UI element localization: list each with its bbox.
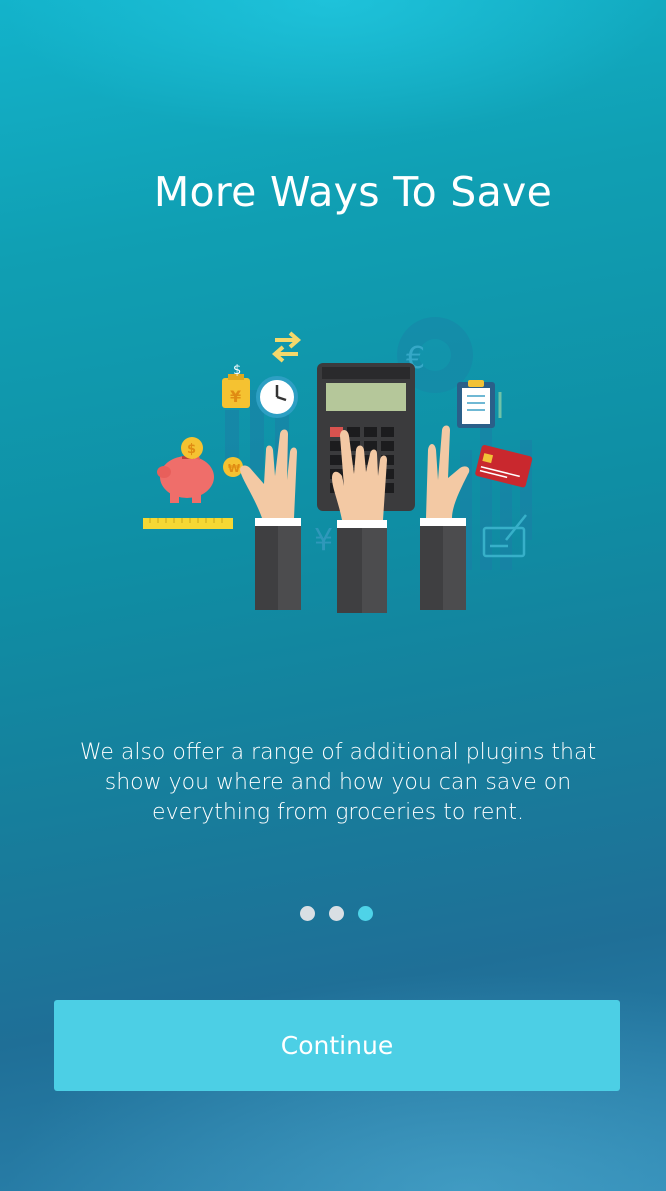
coin-icon: ₩ [223, 457, 243, 477]
page-dot-3-active[interactable] [357, 906, 373, 921]
transfer-arrows-icon [271, 331, 302, 363]
continue-button[interactable]: Continue [54, 1000, 620, 1091]
svg-text:$: $ [187, 442, 196, 457]
page-title: More Ways To Save [153, 168, 553, 216]
onboarding-description: We also offer a range of additional plug… [79, 740, 597, 825]
yen-icon: ¥ [314, 523, 333, 558]
savings-illustration: € ¥ $ $ ₩ ¥ [143, 317, 533, 613]
piggy-bank-icon: $ [157, 437, 214, 503]
page-indicator [0, 906, 666, 921]
background-glow-top [0, 0, 666, 140]
clock-icon [256, 376, 298, 418]
page-dot-2[interactable] [328, 906, 344, 921]
ruler-icon [143, 518, 233, 529]
money-bag-icon: ¥ $ [222, 363, 250, 408]
page-dot-1[interactable] [299, 906, 315, 921]
svg-text:¥: ¥ [230, 387, 241, 406]
svg-text:₩: ₩ [228, 462, 240, 475]
svg-text:$: $ [233, 363, 241, 378]
left-hand-icon [240, 429, 301, 610]
clipboard-icon [457, 380, 502, 428]
